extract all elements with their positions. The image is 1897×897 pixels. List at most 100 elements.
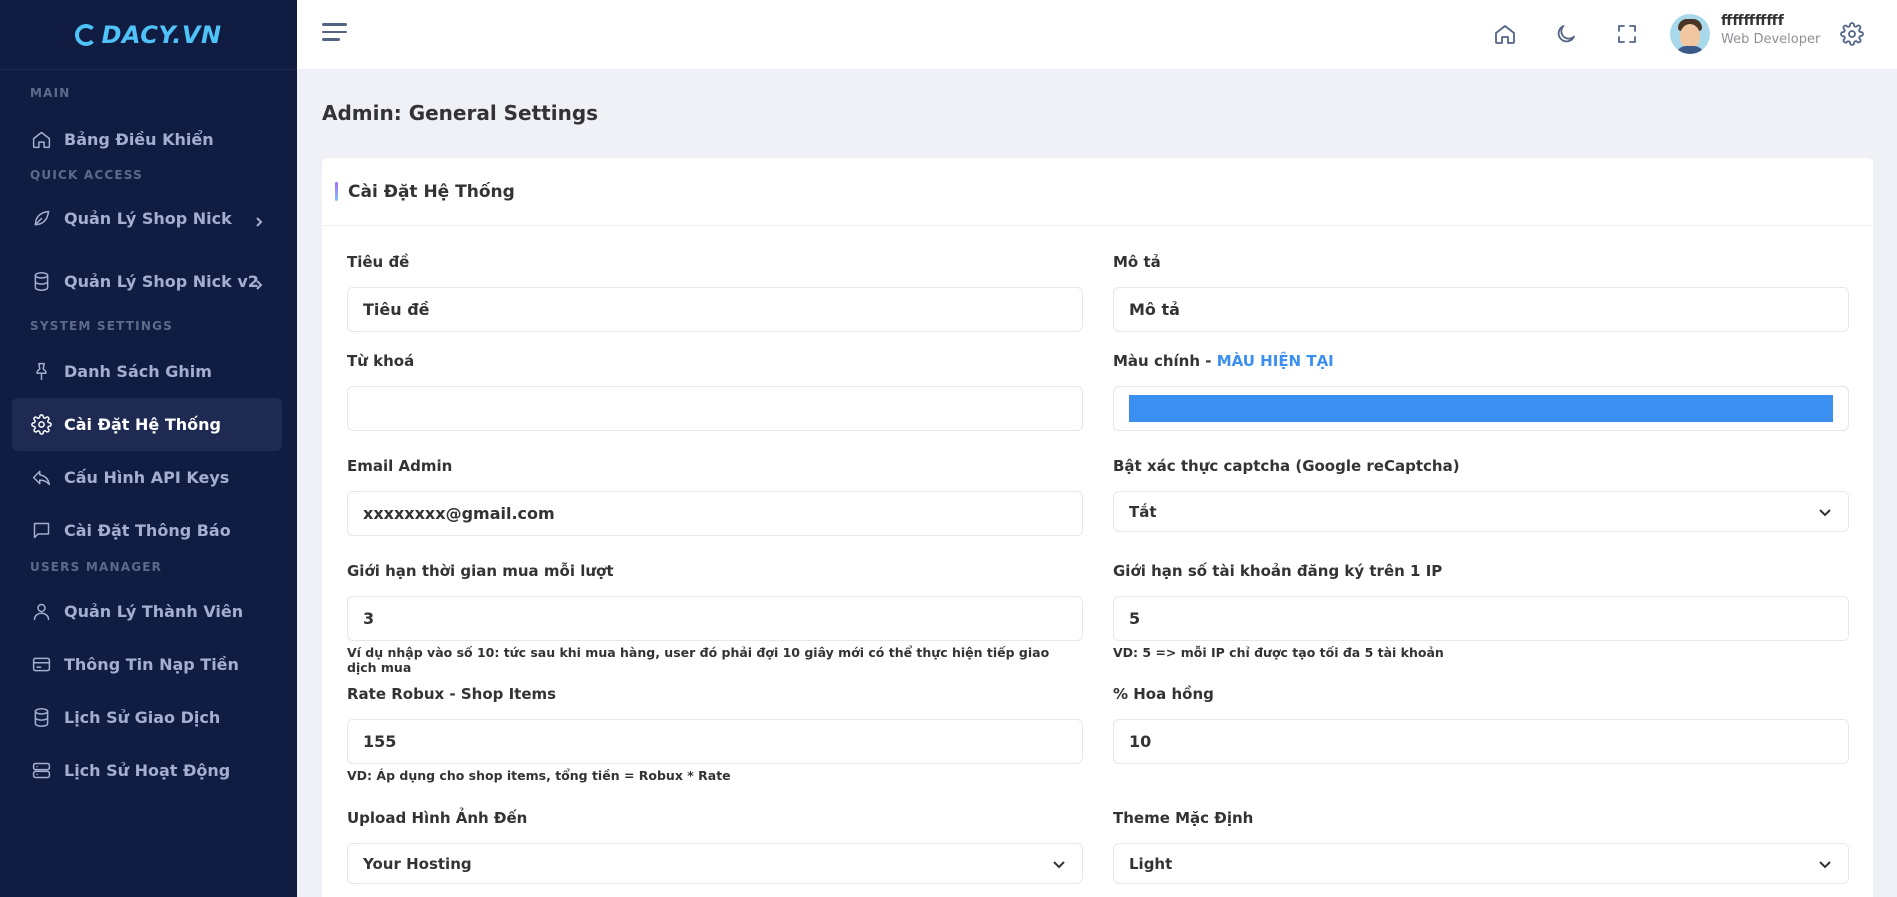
field-label: % Hoa hồng bbox=[1113, 685, 1214, 703]
sidebar-item-label: Lịch Sử Giao Dịch bbox=[64, 708, 221, 727]
select-value: Light bbox=[1129, 854, 1173, 873]
sidebar-item-label: Bảng Điều Khiển bbox=[64, 130, 214, 149]
sidebar-item-dashboard[interactable]: Bảng Điều Khiển bbox=[0, 113, 297, 166]
sidebar-item-members[interactable]: Quản Lý Thành Viên bbox=[0, 585, 297, 638]
help-text: VD: Áp dụng cho shop items, tổng tiền = … bbox=[347, 768, 731, 783]
field-label: Giới hạn số tài khoản đăng ký trên 1 IP bbox=[1113, 562, 1443, 580]
gear-icon bbox=[30, 414, 52, 436]
message-icon bbox=[30, 520, 52, 542]
menu-toggle-icon[interactable] bbox=[322, 23, 347, 45]
user-name[interactable]: fffffffffff bbox=[1721, 13, 1784, 29]
field-label: Rate Robux - Shop Items bbox=[347, 685, 557, 703]
field-description: Mô tả Mô tả bbox=[1113, 253, 1849, 332]
page-title: Admin: General Settings bbox=[322, 101, 599, 125]
field-primary-color: Màu chính - MÀU HIỆN TẠI bbox=[1113, 352, 1849, 431]
sidebar-item-label: Cấu Hình API Keys bbox=[64, 468, 230, 487]
ip-account-limit-input[interactable]: 5 bbox=[1113, 596, 1849, 641]
logo-mark-icon bbox=[75, 23, 98, 46]
sidebar-item-label: Quản Lý Shop Nick bbox=[64, 209, 232, 228]
reply-icon bbox=[30, 467, 52, 489]
credit-card-icon bbox=[30, 654, 52, 676]
sidebar-item-label: Lịch Sử Hoạt Động bbox=[64, 761, 231, 780]
field-robux-rate: Rate Robux - Shop Items 155 VD: Áp dụng … bbox=[347, 685, 1083, 783]
field-commission: % Hoa hồng 10 bbox=[1113, 685, 1849, 764]
field-label: Upload Hình Ảnh Đến bbox=[347, 809, 528, 827]
avatar[interactable] bbox=[1670, 14, 1710, 54]
section-quick-access: QUICK ACCESS bbox=[30, 168, 143, 182]
server-icon bbox=[30, 760, 52, 782]
keywords-input[interactable] bbox=[347, 386, 1083, 431]
top-header: fffffffffff Web Developer bbox=[297, 0, 1897, 70]
sidebar-item-label: Cài Đặt Hệ Thống bbox=[64, 415, 221, 434]
captcha-select[interactable]: Tắt bbox=[1113, 491, 1849, 532]
field-upload-target: Upload Hình Ảnh Đến Your Hosting bbox=[347, 809, 1083, 884]
description-input[interactable]: Mô tả bbox=[1113, 287, 1849, 332]
field-label: Mô tả bbox=[1113, 253, 1161, 271]
sidebar-item-system-settings[interactable]: Cài Đặt Hệ Thống bbox=[12, 398, 282, 451]
primary-color-label: Màu chính - bbox=[1113, 352, 1217, 370]
dark-mode-moon-icon[interactable] bbox=[1551, 19, 1581, 49]
settings-gear-icon[interactable] bbox=[1837, 19, 1867, 49]
title-input[interactable]: Tiêu đề bbox=[347, 287, 1083, 332]
color-swatch[interactable] bbox=[1129, 395, 1833, 422]
home-icon bbox=[30, 129, 52, 151]
sidebar-item-shop-nick-v2[interactable]: Quản Lý Shop Nick v2 bbox=[0, 255, 297, 308]
current-color-link[interactable]: MÀU HIỆN TẠI bbox=[1217, 352, 1334, 370]
pin-icon bbox=[30, 361, 52, 383]
section-users-manager: USERS MANAGER bbox=[30, 560, 163, 574]
primary-color-picker[interactable] bbox=[1113, 386, 1849, 431]
purchase-time-limit-input[interactable]: 3 bbox=[347, 596, 1083, 641]
commission-input[interactable]: 10 bbox=[1113, 719, 1849, 764]
chevron-right-icon bbox=[253, 276, 265, 290]
sidebar-item-notifications[interactable]: Cài Đặt Thông Báo bbox=[0, 504, 297, 557]
chevron-down-icon bbox=[1052, 857, 1066, 871]
robux-rate-input[interactable]: 155 bbox=[347, 719, 1083, 764]
database-icon bbox=[30, 271, 52, 293]
upload-target-select[interactable]: Your Hosting bbox=[347, 843, 1083, 884]
field-default-theme: Theme Mặc Định Light bbox=[1113, 809, 1849, 884]
database-icon bbox=[30, 707, 52, 729]
field-label: Từ khoá bbox=[347, 352, 415, 370]
field-label: Theme Mặc Định bbox=[1113, 809, 1254, 827]
card-title-accent bbox=[335, 182, 338, 201]
section-main: MAIN bbox=[30, 86, 71, 100]
chevron-down-icon bbox=[1818, 505, 1832, 519]
sidebar: DACY.VN MAIN Bảng Điều Khiển QUICK ACCES… bbox=[0, 0, 297, 897]
card-title: Cài Đặt Hệ Thống bbox=[348, 181, 515, 202]
brand-logo[interactable]: DACY.VN bbox=[75, 21, 221, 49]
chevron-down-icon bbox=[1818, 857, 1832, 871]
sidebar-item-transaction-history[interactable]: Lịch Sử Giao Dịch bbox=[0, 691, 297, 744]
admin-email-input[interactable]: xxxxxxxx@gmail.com bbox=[347, 491, 1083, 536]
chevron-right-icon bbox=[253, 213, 265, 227]
user-icon bbox=[30, 601, 52, 623]
sidebar-item-pinned-list[interactable]: Danh Sách Ghim bbox=[0, 345, 297, 398]
select-value: Tắt bbox=[1129, 502, 1157, 521]
logo-area[interactable]: DACY.VN bbox=[0, 0, 297, 70]
field-keywords: Từ khoá bbox=[347, 352, 1083, 431]
default-theme-select[interactable]: Light bbox=[1113, 843, 1849, 884]
sidebar-item-label: Thông Tin Nạp Tiền bbox=[64, 655, 239, 674]
system-settings-card: Cài Đặt Hệ Thống Tiêu đề Tiêu đề Mô tả M… bbox=[322, 158, 1873, 897]
leaf-icon bbox=[30, 208, 52, 230]
sidebar-item-label: Danh Sách Ghim bbox=[64, 362, 212, 381]
field-admin-email: Email Admin xxxxxxxx@gmail.com bbox=[347, 457, 1083, 536]
user-role: Web Developer bbox=[1721, 32, 1821, 47]
help-text: Ví dụ nhập vào số 10: tức sau khi mua hà… bbox=[347, 645, 1050, 675]
sidebar-item-label: Quản Lý Shop Nick v2 bbox=[64, 272, 259, 291]
field-purchase-time-limit: Giới hạn thời gian mua mỗi lượt 3 Ví dụ … bbox=[347, 562, 1083, 675]
home-icon[interactable] bbox=[1490, 19, 1520, 49]
field-label: Email Admin bbox=[347, 457, 453, 475]
sidebar-item-shop-nick[interactable]: Quản Lý Shop Nick bbox=[0, 192, 297, 245]
sidebar-item-activity-history[interactable]: Lịch Sử Hoạt Động bbox=[0, 744, 297, 797]
sidebar-item-deposit-info[interactable]: Thông Tin Nạp Tiền bbox=[0, 638, 297, 691]
card-header: Cài Đặt Hệ Thống bbox=[322, 158, 1873, 226]
help-text: VD: 5 => mỗi IP chỉ được tạo tối đa 5 tà… bbox=[1113, 645, 1444, 660]
select-value: Your Hosting bbox=[363, 854, 472, 873]
field-label: Bật xác thực captcha (Google reCaptcha) bbox=[1113, 457, 1460, 475]
fullscreen-icon[interactable] bbox=[1612, 19, 1642, 49]
field-ip-account-limit: Giới hạn số tài khoản đăng ký trên 1 IP … bbox=[1113, 562, 1849, 660]
field-label: Giới hạn thời gian mua mỗi lượt bbox=[347, 562, 614, 580]
section-system-settings: SYSTEM SETTINGS bbox=[30, 319, 173, 333]
field-captcha: Bật xác thực captcha (Google reCaptcha) … bbox=[1113, 457, 1849, 532]
sidebar-item-api-keys[interactable]: Cấu Hình API Keys bbox=[0, 451, 297, 504]
